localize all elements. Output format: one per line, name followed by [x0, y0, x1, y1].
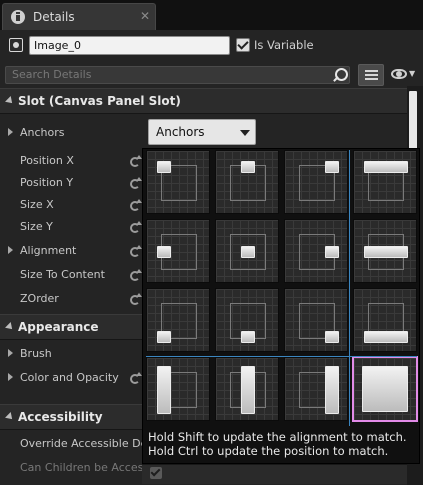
anchor-preset-bottom-right[interactable] [284, 288, 348, 352]
close-icon[interactable]: ✕ [140, 9, 150, 23]
anchor-presets-grid [146, 150, 418, 426]
prop-size-x: Size X [20, 198, 54, 211]
anchor-preset-top-left[interactable] [146, 150, 210, 214]
prop-alignment: Alignment [20, 244, 77, 257]
prop-zorder: ZOrder [20, 292, 59, 305]
anchor-preset-center-right[interactable] [284, 219, 348, 283]
tab-details[interactable]: Details ✕ [2, 3, 156, 30]
value-row [142, 464, 407, 484]
anchor-hint-ctrl: Hold Ctrl to update the position to matc… [148, 444, 389, 458]
anchor-preset-center-stretch[interactable] [353, 219, 417, 283]
anchor-guide-horizontal [146, 356, 417, 357]
anchor-preset-left-stretch[interactable] [146, 357, 210, 421]
reset-icon[interactable] [130, 268, 142, 281]
category-slot[interactable]: Slot (Canvas Panel Slot) [0, 88, 407, 114]
collapse-arrow-icon [5, 322, 15, 332]
can-children-checkbox[interactable] [150, 467, 162, 479]
reset-icon[interactable] [130, 154, 142, 167]
reset-icon[interactable] [130, 176, 142, 189]
widget-name-input[interactable]: Image_0 [29, 36, 230, 55]
anchor-preset-right-stretch[interactable] [284, 357, 348, 421]
expand-arrow-icon[interactable] [8, 246, 13, 254]
anchor-guide-vertical [349, 150, 350, 426]
anchors-dropdown[interactable]: Anchors [148, 119, 256, 145]
is-variable-label: Is Variable [254, 38, 314, 52]
prop-position-x: Position X [20, 154, 74, 167]
reset-icon[interactable] [130, 198, 142, 211]
anchor-preset-bottom-center[interactable] [215, 288, 279, 352]
anchor-preset-bottom-stretch[interactable] [353, 288, 417, 352]
anchor-preset-center-vstretch[interactable] [215, 357, 279, 421]
prop-size-to-content: Size To Content [20, 268, 105, 281]
anchors-dropdown-value: Anchors [156, 125, 205, 139]
anchor-preset-center[interactable] [215, 219, 279, 283]
tab-bar: Details ✕ [0, 0, 423, 30]
expand-arrow-icon[interactable] [8, 373, 13, 381]
anchor-preset-top-center[interactable] [215, 150, 279, 214]
scrollbar-thumb[interactable] [409, 91, 417, 151]
reset-icon[interactable] [130, 292, 142, 305]
prop-color-and-opacity: Color and Opacity [20, 371, 119, 384]
expand-arrow-icon[interactable] [8, 128, 13, 136]
collapse-arrow-icon [5, 412, 15, 422]
category-title: Appearance [18, 320, 99, 334]
widget-image-icon [9, 38, 23, 52]
search-icon[interactable] [331, 67, 348, 83]
search-input[interactable]: Search Details [5, 66, 350, 84]
prop-brush: Brush [20, 347, 52, 360]
reset-icon[interactable] [130, 244, 142, 257]
anchor-preset-full-stretch[interactable] [352, 356, 418, 422]
collapse-arrow-icon [5, 96, 15, 106]
anchor-preset-bottom-left[interactable] [146, 288, 210, 352]
prop-position-y: Position Y [20, 176, 74, 189]
is-variable-checkbox[interactable] [236, 38, 250, 52]
anchor-preset-top-stretch[interactable] [353, 150, 417, 214]
anchor-preset-top-right[interactable] [284, 150, 348, 214]
reset-icon[interactable] [130, 220, 142, 233]
tab-title: Details [33, 10, 75, 24]
reset-icon[interactable] [130, 371, 142, 384]
anchor-preset-center-left[interactable] [146, 219, 210, 283]
chevron-down-icon [240, 130, 250, 136]
anchor-hint-shift: Hold Shift to update the alignment to ma… [148, 430, 407, 444]
prop-can-children-accessible: Can Children be Accessib [20, 461, 160, 474]
prop-anchors: Anchors [20, 126, 65, 139]
category-title: Slot (Canvas Panel Slot) [18, 94, 181, 108]
expand-arrow-icon[interactable] [8, 349, 13, 357]
view-options-eye-icon[interactable]: ▼ [390, 66, 416, 84]
info-icon [11, 10, 25, 24]
category-title: Accessibility [18, 410, 103, 424]
prop-size-y: Size Y [20, 220, 53, 233]
prop-override-accessible: Override Accessible Def [20, 437, 152, 450]
property-matrix-button[interactable] [358, 64, 384, 86]
